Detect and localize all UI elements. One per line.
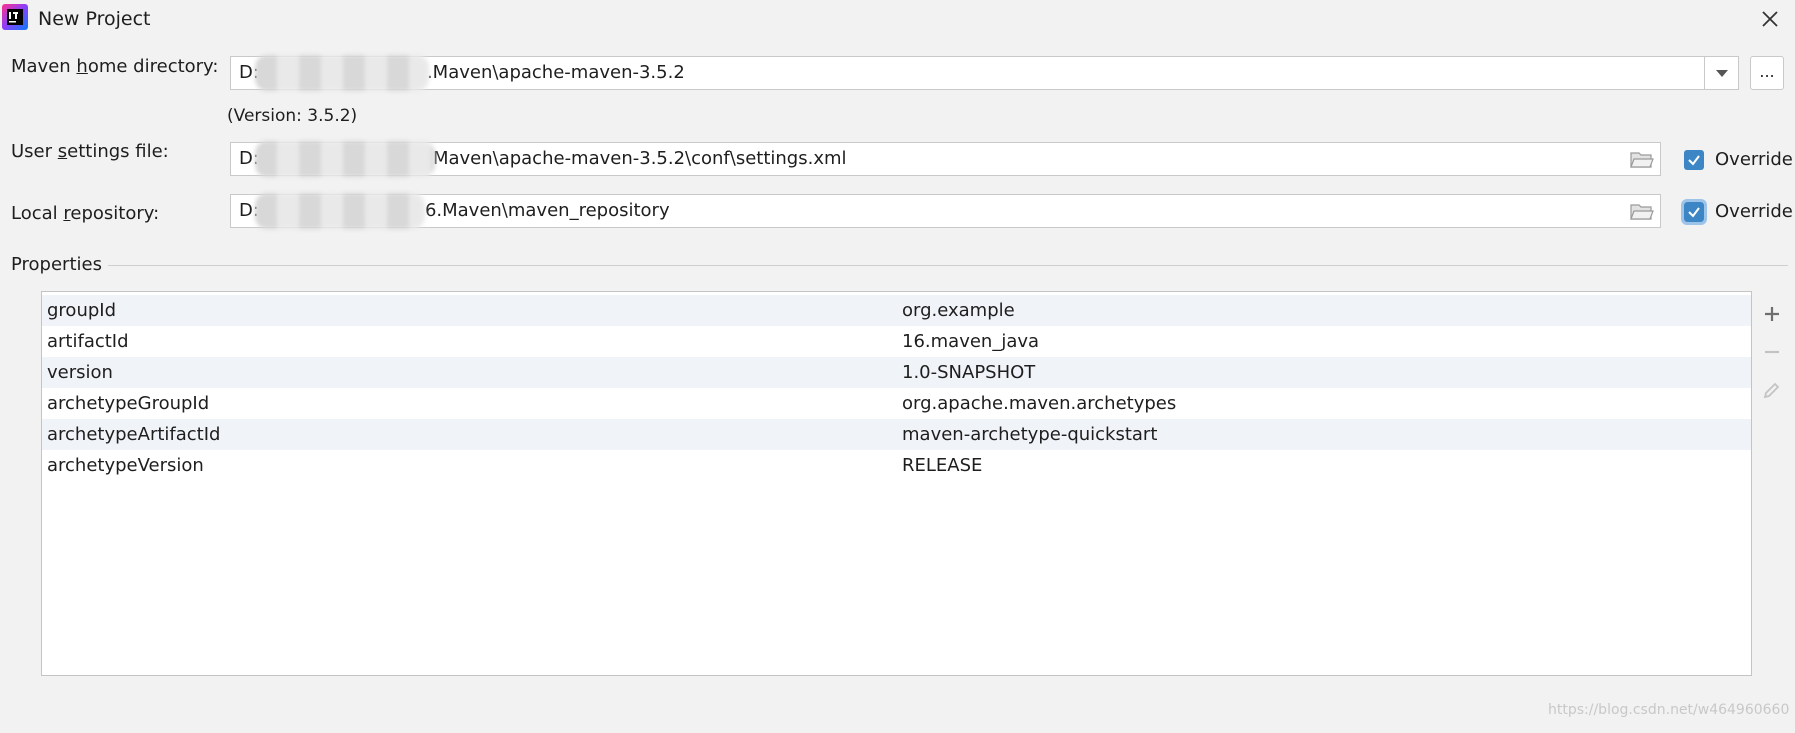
properties-table[interactable]: groupId org.example artifactId 16.maven_… (41, 291, 1752, 676)
local-repository-label-part: Local (11, 203, 64, 224)
property-key: version (47, 362, 113, 383)
maven-home-label-part: Maven (11, 56, 77, 77)
table-row[interactable]: artifactId 16.maven_java (42, 326, 1751, 357)
user-settings-label-mnemonic: s (57, 141, 68, 162)
property-value: maven-archetype-quickstart (902, 424, 1158, 445)
redaction-blur (255, 55, 429, 91)
folder-icon[interactable] (1630, 202, 1654, 222)
browse-button[interactable]: ... (1750, 56, 1784, 90)
property-key: archetypeArtifactId (47, 424, 221, 445)
redaction-blur (255, 141, 435, 177)
maven-home-label-mnemonic: h (76, 56, 88, 77)
maven-version-text: (Version: 3.5.2) (227, 106, 358, 126)
user-settings-override-label[interactable]: Override (1715, 149, 1793, 170)
redaction-blur (255, 193, 425, 229)
maven-home-combobox[interactable]: D: .Maven\apache-maven-3.5.2 (230, 55, 1739, 91)
property-value: 16.maven_java (902, 331, 1040, 352)
folder-icon[interactable] (1630, 150, 1654, 170)
local-repository-label-rest: epository: (70, 203, 160, 224)
maven-home-value-suffix: .Maven\apache-maven-3.5.2 (426, 62, 685, 83)
user-settings-label: User settings file: (11, 141, 169, 162)
property-value: org.apache.maven.archetypes (902, 393, 1177, 414)
property-key: artifactId (47, 331, 129, 352)
intellij-logo-icon (2, 4, 28, 30)
properties-label: Properties (11, 254, 102, 275)
watermark: https://blog.csdn.net/w464960660 (1548, 702, 1790, 718)
user-settings-override-checkbox[interactable] (1684, 150, 1704, 170)
properties-separator (108, 265, 1788, 266)
user-settings-field[interactable]: D: Maven\apache-maven-3.5.2\conf\settings… (230, 141, 1661, 177)
maven-home-label: Maven home directory: (11, 56, 218, 77)
local-repository-field[interactable]: D: 6.Maven\maven_repository (230, 193, 1661, 229)
property-value: 1.0-SNAPSHOT (902, 362, 1036, 383)
local-repository-value-suffix: 6.Maven\maven_repository (424, 200, 670, 221)
property-value: org.example (902, 300, 1015, 321)
local-repository-label: Local repository: (11, 203, 159, 224)
user-settings-label-rest: ettings file: (67, 141, 169, 162)
property-value: RELEASE (902, 455, 983, 476)
table-row[interactable]: archetypeGroupId org.apache.maven.archet… (42, 388, 1751, 419)
remove-icon[interactable] (1760, 340, 1784, 364)
user-settings-label-part: User (11, 141, 58, 162)
property-key: archetypeGroupId (47, 393, 210, 414)
add-icon[interactable] (1760, 302, 1784, 326)
close-icon[interactable] (1760, 9, 1780, 29)
table-row[interactable]: groupId org.example (42, 295, 1751, 326)
property-key: archetypeVersion (47, 455, 204, 476)
table-row[interactable]: archetypeVersion RELEASE (42, 450, 1751, 481)
local-repository-override-checkbox[interactable] (1681, 199, 1707, 225)
checkmark-icon (1688, 155, 1700, 166)
chevron-down-icon[interactable] (1704, 57, 1738, 89)
user-settings-value-suffix: Maven\apache-maven-3.5.2\conf\settings.x… (432, 148, 847, 169)
table-row[interactable]: version 1.0-SNAPSHOT (42, 357, 1751, 388)
property-key: groupId (47, 300, 117, 321)
window-title: New Project (38, 8, 151, 30)
table-row[interactable]: archetypeArtifactId maven-archetype-quic… (42, 419, 1751, 450)
edit-pencil-icon[interactable] (1760, 378, 1784, 402)
local-repository-override-label[interactable]: Override (1715, 201, 1793, 222)
title-bar: New Project (0, 0, 1795, 38)
checkmark-icon (1688, 207, 1700, 218)
maven-home-label-rest: ome directory: (87, 56, 219, 77)
